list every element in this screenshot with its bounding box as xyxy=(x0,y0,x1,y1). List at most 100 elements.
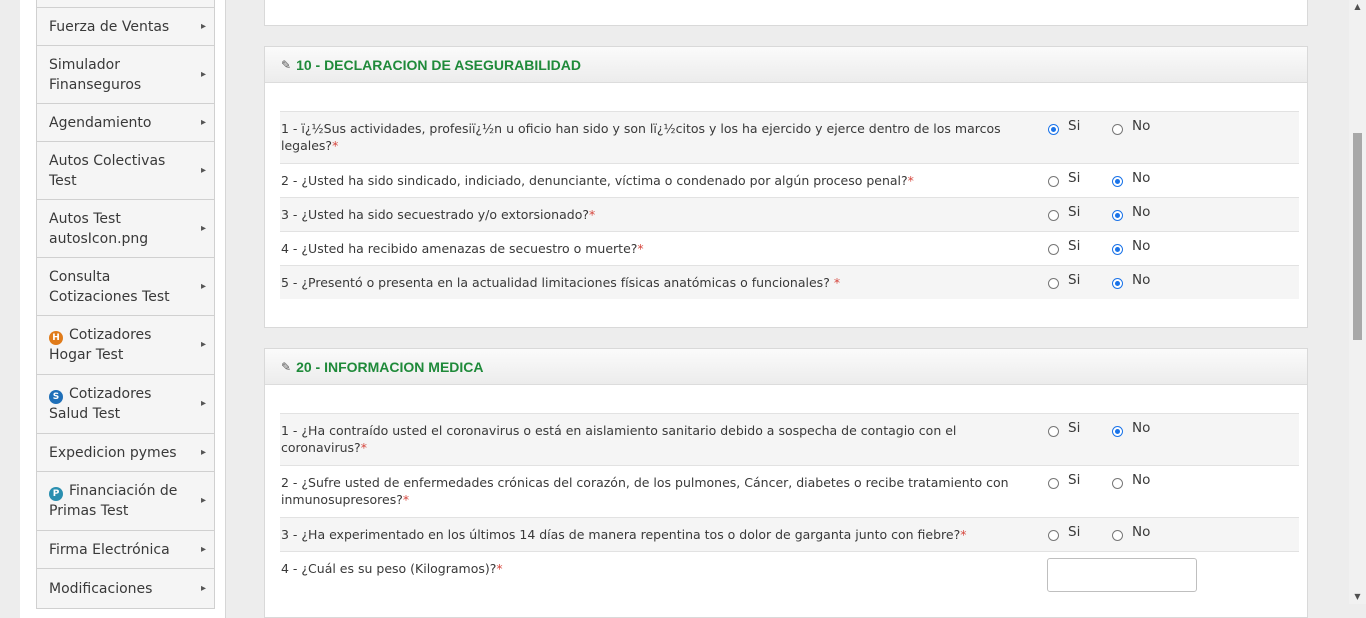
radio-label: No xyxy=(1132,238,1151,254)
question-row: 1 - ¿Ha contraído usted el coronavirus o… xyxy=(280,413,1299,465)
required-marker: * xyxy=(960,527,967,542)
radio-button[interactable] xyxy=(1048,425,1059,437)
radio-option-no[interactable]: No xyxy=(1112,170,1150,187)
radio-button[interactable] xyxy=(1048,529,1059,541)
radio-option-no[interactable]: No xyxy=(1112,472,1150,489)
sidebar-item-badge-icon: S xyxy=(49,390,63,404)
radio-label: Si xyxy=(1068,272,1081,288)
page-scrollbar[interactable]: ▲ ▼ xyxy=(1349,0,1366,604)
question-label: 5 - ¿Presentó o presenta en la actualida… xyxy=(281,275,834,290)
sidebar-item[interactable]: Consulta Cotizaciones Test ▸ xyxy=(37,258,214,316)
radio-label: No xyxy=(1132,118,1151,134)
caret-right-icon: ▸ xyxy=(200,339,206,350)
radio-option-si[interactable]: Si xyxy=(1048,524,1080,541)
caret-right-icon: ▸ xyxy=(200,398,206,409)
section-asegurabilidad: ✎ 10 - DECLARACION DE ASEGURABILIDAD 1 -… xyxy=(264,46,1308,328)
sidebar-item-label: Expedicion Pymes xyxy=(49,0,176,3)
radio-label: No xyxy=(1132,272,1151,288)
question-row: 3 - ¿Usted ha sido secuestrado y/o extor… xyxy=(280,197,1299,231)
question-row: 3 - ¿Ha experimentado en los últimos 14 … xyxy=(280,517,1299,551)
radio-option-si[interactable]: Si xyxy=(1048,272,1080,289)
section-header[interactable]: ✎ 20 - INFORMACION MEDICA xyxy=(265,349,1307,385)
weight-input[interactable] xyxy=(1047,558,1197,592)
sidebar-item[interactable]: Expedicion pymes ▸ xyxy=(37,434,214,472)
radio-option-no[interactable]: No xyxy=(1112,272,1150,289)
sidebar-item[interactable]: Fuerza de Ventas ▸ xyxy=(37,8,214,46)
radio-label: No xyxy=(1132,170,1151,186)
sidebar-item[interactable]: Modificaciones ▸ xyxy=(37,569,214,609)
question-list: 1 - ï¿½Sus actividades, profesiï¿½n u of… xyxy=(280,111,1299,299)
radio-button[interactable] xyxy=(1112,243,1123,255)
radio-button[interactable] xyxy=(1048,277,1059,289)
radio-option-si[interactable]: Si xyxy=(1048,420,1080,437)
radio-label: Si xyxy=(1068,420,1081,436)
sidebar-item[interactable]: P Financiación de Primas Test ▸ xyxy=(37,472,214,531)
radio-label: No xyxy=(1132,472,1151,488)
question-text: 3 - ¿Usted ha sido secuestrado y/o extor… xyxy=(281,206,1021,223)
caret-right-icon: ▸ xyxy=(200,446,206,458)
radio-button[interactable] xyxy=(1048,175,1059,187)
radio-button[interactable] xyxy=(1048,243,1059,255)
radio-option-no[interactable]: No xyxy=(1112,118,1150,135)
question-row: 4 - ¿Usted ha recibido amenazas de secue… xyxy=(280,231,1299,265)
edit-icon: ✎ xyxy=(281,359,292,374)
sidebar-item[interactable]: Simulador Finanseguros ▸ xyxy=(37,46,214,104)
question-label: 4 - ¿Cuál es su peso (Kilogramos)? xyxy=(281,561,497,576)
scrollbar-thumb[interactable] xyxy=(1353,133,1362,340)
sidebar-item[interactable]: Expedicion Pymes ▸ xyxy=(37,0,214,8)
question-text: 4 - ¿Usted ha recibido amenazas de secue… xyxy=(281,240,1021,257)
radio-button[interactable] xyxy=(1112,529,1123,541)
sidebar-item[interactable]: Autos Test autosIcon.png ▸ xyxy=(37,200,214,258)
radio-option-si[interactable]: Si xyxy=(1048,238,1080,255)
radio-button[interactable] xyxy=(1112,425,1123,437)
radio-label: Si xyxy=(1068,204,1081,220)
radio-button[interactable] xyxy=(1112,123,1123,135)
radio-button[interactable] xyxy=(1112,209,1123,221)
section-title: 10 - DECLARACION DE ASEGURABILIDAD xyxy=(296,56,582,73)
sidebar-item-label: Agendamiento xyxy=(49,114,152,131)
question-row: 2 - ¿Usted ha sido sindicado, indiciado,… xyxy=(280,163,1299,197)
sidebar-menu: Expedicion Pymes▸Fuerza de Ventas▸Simula… xyxy=(36,0,215,609)
required-marker: * xyxy=(588,207,596,222)
radio-option-si[interactable]: Si xyxy=(1048,472,1080,489)
question-label: 2 - ¿Sufre usted de enfermedades crónica… xyxy=(281,475,1009,507)
caret-right-icon: ▸ xyxy=(200,68,206,80)
radio-option-si[interactable]: Si xyxy=(1048,118,1080,135)
radio-button[interactable] xyxy=(1048,477,1059,489)
radio-button[interactable] xyxy=(1048,209,1059,221)
sidebar-item[interactable]: S Cotizadores Salud Test ▸ xyxy=(37,375,214,434)
sidebar-item-label: Cotizadores Hogar Test xyxy=(49,327,152,363)
radio-button[interactable] xyxy=(1048,123,1059,135)
radio-option-no[interactable]: No xyxy=(1112,238,1150,255)
radio-button[interactable] xyxy=(1112,175,1123,187)
radio-option-si[interactable]: Si xyxy=(1048,204,1080,221)
radio-button[interactable] xyxy=(1112,277,1123,289)
sidebar-item[interactable]: Firma Electrónica ▸ xyxy=(37,531,214,569)
sidebar-item[interactable]: Autos Colectivas Test ▸ xyxy=(37,142,214,200)
section-title: 20 - INFORMACION MEDICA xyxy=(296,358,484,375)
sidebar-item[interactable]: H Cotizadores Hogar Test ▸ xyxy=(37,316,214,375)
sidebar-item-label: Simulador Finanseguros xyxy=(49,56,142,93)
question-text: 2 - ¿Sufre usted de enfermedades crónica… xyxy=(281,474,1021,508)
question-text: 4 - ¿Cuál es su peso (Kilogramos)?* xyxy=(281,560,1021,577)
question-label: 2 - ¿Usted ha sido sindicado, indiciado,… xyxy=(281,173,908,188)
radio-option-no[interactable]: No xyxy=(1112,204,1150,221)
required-marker: * xyxy=(496,561,503,576)
sidebar-item[interactable]: Agendamiento ▸ xyxy=(37,104,214,142)
question-label: 3 - ¿Ha experimentado en los últimos 14 … xyxy=(281,527,961,542)
radio-option-si[interactable]: Si xyxy=(1048,170,1080,187)
scroll-up-arrow-icon[interactable]: ▲ xyxy=(1349,0,1366,14)
radio-button[interactable] xyxy=(1112,477,1123,489)
sidebar-item-label: Financiación de Primas Test xyxy=(49,483,178,519)
caret-right-icon: ▸ xyxy=(201,0,206,3)
caret-right-icon: ▸ xyxy=(200,116,206,128)
section-header[interactable]: ✎ 10 - DECLARACION DE ASEGURABILIDAD xyxy=(265,47,1307,83)
radio-label: Si xyxy=(1068,472,1081,488)
radio-label: Si xyxy=(1068,524,1081,540)
scroll-down-arrow-icon[interactable]: ▼ xyxy=(1349,590,1366,604)
required-marker: * xyxy=(637,241,644,256)
section-informacion-medica: ✎ 20 - INFORMACION MEDICA 1 - ¿Ha contra… xyxy=(264,348,1308,618)
radio-option-no[interactable]: No xyxy=(1112,420,1150,437)
radio-option-no[interactable]: No xyxy=(1112,524,1150,541)
sidebar-item-label: Autos Test autosIcon.png xyxy=(49,210,149,247)
